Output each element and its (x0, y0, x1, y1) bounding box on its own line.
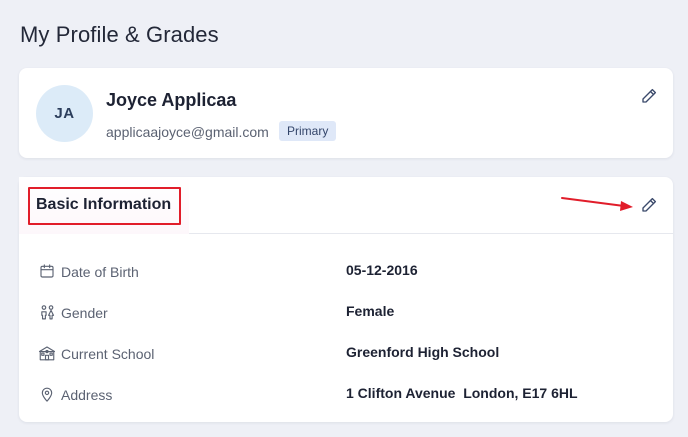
people-icon (38, 303, 56, 321)
avatar: JA (36, 85, 93, 142)
info-label: Gender (61, 305, 108, 321)
basic-information-card: Basic Information Date of Birth 05-12-20… (19, 177, 673, 422)
info-row-address: Address 1 Clifton Avenue London, E17 6HL (38, 383, 658, 407)
info-value: 1 Clifton Avenue London, E17 6HL (346, 385, 578, 401)
edit-profile-pencil-icon[interactable] (639, 86, 659, 106)
info-value: Greenford High School (346, 344, 500, 360)
info-row-date-of-birth: Date of Birth 05-12-2016 (38, 260, 658, 284)
info-label: Current School (61, 346, 155, 362)
info-label: Date of Birth (61, 264, 139, 280)
edit-basic-info-pencil-icon[interactable] (639, 195, 659, 215)
info-value: 05-12-2016 (346, 262, 418, 278)
annotation-arrow (561, 197, 633, 211)
highlight-annotation-box (28, 187, 181, 225)
info-row-gender: Gender Female (38, 301, 658, 325)
profile-name: Joyce Applicaa (106, 90, 237, 110)
primary-badge: Primary (279, 121, 337, 141)
info-label: Address (61, 387, 113, 403)
school-icon (38, 344, 56, 362)
basic-information-header: Basic Information (19, 177, 673, 234)
calendar-icon (38, 262, 56, 280)
location-pin-icon (38, 385, 56, 403)
profile-card: JA Joyce Applicaa applicaajoyce@gmail.co… (19, 68, 673, 158)
info-row-current-school: Current School Greenford High School (38, 342, 658, 366)
info-value: Female (346, 303, 395, 319)
page-title: My Profile & Grades (20, 22, 219, 47)
profile-email: applicaajoyce@gmail.com (106, 124, 269, 140)
